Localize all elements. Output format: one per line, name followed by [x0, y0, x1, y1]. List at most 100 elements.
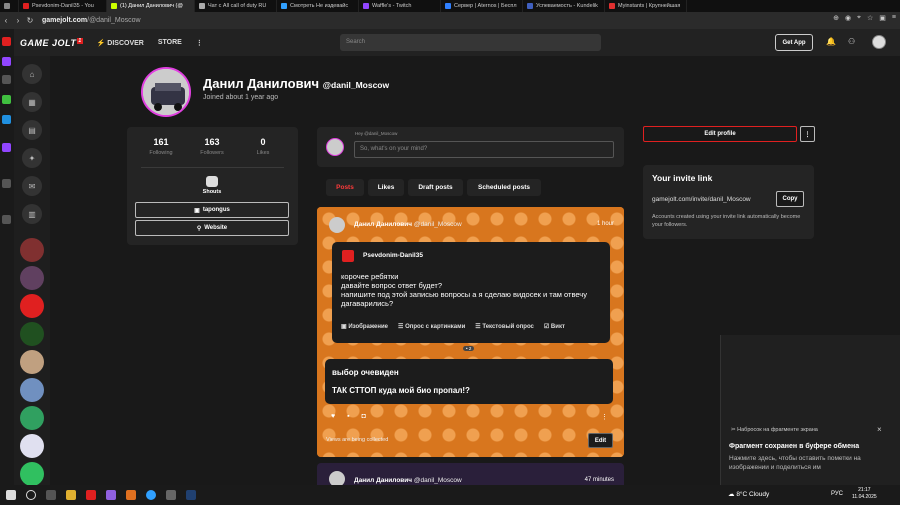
post-card[interactable]: Данил Данилович @danil_Moscow 1 hour Pse…: [317, 207, 624, 457]
edit-post-button[interactable]: Edit: [588, 433, 613, 448]
chat-icon[interactable]: ✉: [22, 176, 42, 196]
stat-followers[interactable]: 163 Followers: [192, 137, 232, 156]
browser-tab[interactable]: Успеваемость - Kundelik: [523, 0, 605, 12]
app-icon[interactable]: [166, 490, 176, 500]
toast-body: Нажмите здесь, чтобы оставить пометки на…: [729, 455, 861, 471]
tab-favicon-icon: [363, 3, 369, 9]
home-icon[interactable]: ⌂: [22, 64, 42, 84]
more-options-icon[interactable]: ⋮: [800, 126, 815, 142]
twitch-icon[interactable]: [2, 57, 11, 66]
community-icon[interactable]: [20, 378, 44, 402]
browser-tab[interactable]: Смотреть Не издевайс: [277, 0, 359, 12]
comment-icon[interactable]: ▪: [347, 413, 349, 420]
quests-icon[interactable]: ✦: [22, 148, 42, 168]
twitch-icon: ▣: [194, 207, 200, 214]
twitch-icon[interactable]: [2, 143, 11, 152]
joined-date: Joined about 1 year ago: [203, 94, 279, 101]
media-pager[interactable]: • 2: [463, 346, 475, 351]
shout-icon: [206, 176, 218, 187]
avatar[interactable]: [872, 35, 886, 49]
explorer-icon[interactable]: [66, 490, 76, 500]
copy-button[interactable]: Copy: [776, 191, 804, 207]
community-icon[interactable]: [20, 350, 44, 374]
browser-tab[interactable]: (1) Данил Данилович (@: [107, 0, 195, 12]
opera-icon[interactable]: [86, 490, 96, 500]
store-link[interactable]: STORE: [158, 39, 182, 46]
extensions-icon[interactable]: ▣: [879, 14, 886, 22]
post-author[interactable]: Данил Данилович @danil_Moscow: [354, 221, 462, 228]
whatsapp-icon[interactable]: [2, 95, 11, 104]
site-logo[interactable]: GAME JOLT 1: [20, 37, 83, 48]
search-icon[interactable]: [26, 490, 36, 500]
tab-label: Успеваемость - Kundelik: [536, 3, 598, 9]
menu-icon[interactable]: ≡: [892, 14, 896, 22]
sticker-icon[interactable]: ◘: [362, 413, 366, 420]
shouts-button[interactable]: Shouts: [202, 176, 222, 195]
tab-strip-icon[interactable]: [0, 0, 19, 12]
chrome-icon[interactable]: [146, 490, 156, 500]
store-icon[interactable]: ▦: [22, 92, 42, 112]
tab-likes[interactable]: Likes: [368, 179, 404, 196]
community-icon[interactable]: [20, 434, 44, 458]
post-author[interactable]: Данил Данилович @danil_Moscow: [354, 477, 462, 484]
forward-icon[interactable]: ›: [12, 16, 24, 25]
profile-avatar[interactable]: [141, 67, 191, 117]
windows-icon[interactable]: [6, 490, 16, 500]
clock-icon[interactable]: [2, 179, 11, 188]
inventory-icon[interactable]: ▤: [22, 120, 42, 140]
community-icon[interactable]: [20, 266, 44, 290]
get-app-button[interactable]: Get App: [775, 34, 813, 51]
link-website[interactable]: ⚲ Website: [135, 220, 289, 236]
bell-icon[interactable]: 🔔: [826, 37, 836, 46]
tab-draft-posts[interactable]: Draft posts: [408, 179, 463, 196]
app-icon[interactable]: [2, 75, 11, 84]
taskview-icon[interactable]: [46, 490, 56, 500]
stat-following[interactable]: 161 Following: [141, 137, 181, 156]
like-icon[interactable]: ♥: [331, 413, 335, 420]
back-icon[interactable]: ‹: [0, 16, 12, 25]
browser-tab[interactable]: Myinstants | Крупнейшая: [605, 0, 687, 12]
weather[interactable]: ☁ 8°C Cloudy: [728, 490, 769, 498]
clock[interactable]: 21:17 11.04.2025: [852, 487, 877, 501]
close-icon[interactable]: ×: [877, 425, 882, 434]
camera-icon[interactable]: ◉: [845, 14, 851, 22]
link-tapongus[interactable]: ▣ tapongus: [135, 202, 289, 218]
edit-profile-button[interactable]: Edit profile: [643, 126, 797, 142]
post-more-icon[interactable]: ⋮: [601, 413, 608, 421]
more-icon[interactable]: ⋮: [196, 39, 203, 47]
app-icon[interactable]: [126, 490, 136, 500]
screenshot-toast[interactable]: ✂ Набросок на фрагменте экрана × Фрагмен…: [720, 335, 900, 485]
community-icon[interactable]: [20, 322, 44, 346]
browser-tab[interactable]: Сервер | Aternos | Беспл: [441, 0, 523, 12]
pin-icon[interactable]: ⌖: [857, 14, 861, 22]
community-icon[interactable]: [20, 406, 44, 430]
composer-input[interactable]: So, what's on your mind?: [354, 141, 614, 158]
tab-posts[interactable]: Posts: [326, 179, 364, 196]
community-icon[interactable]: [20, 462, 44, 486]
friends-icon[interactable]: ⚇: [848, 37, 855, 46]
tab-scheduled-posts[interactable]: Scheduled posts: [467, 179, 541, 196]
reload-icon[interactable]: ↻: [24, 16, 36, 25]
bookmark-icon[interactable]: ☆: [867, 14, 873, 22]
steam-icon[interactable]: [186, 490, 196, 500]
stat-likes[interactable]: 0 Likes: [243, 137, 283, 156]
community-icon[interactable]: [20, 238, 44, 262]
discover-link[interactable]: ⚡ DISCOVER: [97, 39, 144, 47]
notification-badge: 1: [77, 37, 83, 44]
telegram-icon[interactable]: [2, 115, 11, 124]
community-icon[interactable]: [20, 294, 44, 318]
invite-url[interactable]: gamejolt.com/invite/danil_Moscow: [652, 192, 771, 208]
settings-icon[interactable]: [2, 215, 11, 224]
browser-tab[interactable]: Чат с All call of duty RU: [195, 0, 277, 12]
browser-tab[interactable]: Psevdonim-Danil35 - You: [19, 0, 107, 12]
address-bar: ‹ › ↻ gamejolt.com/@danil_Moscow: [0, 12, 900, 29]
quiz-tool: ☑ Викт: [543, 324, 565, 330]
language[interactable]: РУС: [831, 491, 843, 497]
app-icon[interactable]: [106, 490, 116, 500]
search-input[interactable]: Search: [340, 34, 601, 51]
opera-icon[interactable]: [2, 37, 11, 46]
browser-tab[interactable]: Waffle's - Twitch: [359, 0, 441, 12]
zoom-icon[interactable]: ⊕: [833, 14, 839, 22]
library-icon[interactable]: ▥: [22, 204, 42, 224]
url-field[interactable]: gamejolt.com/@danil_Moscow: [42, 17, 141, 24]
